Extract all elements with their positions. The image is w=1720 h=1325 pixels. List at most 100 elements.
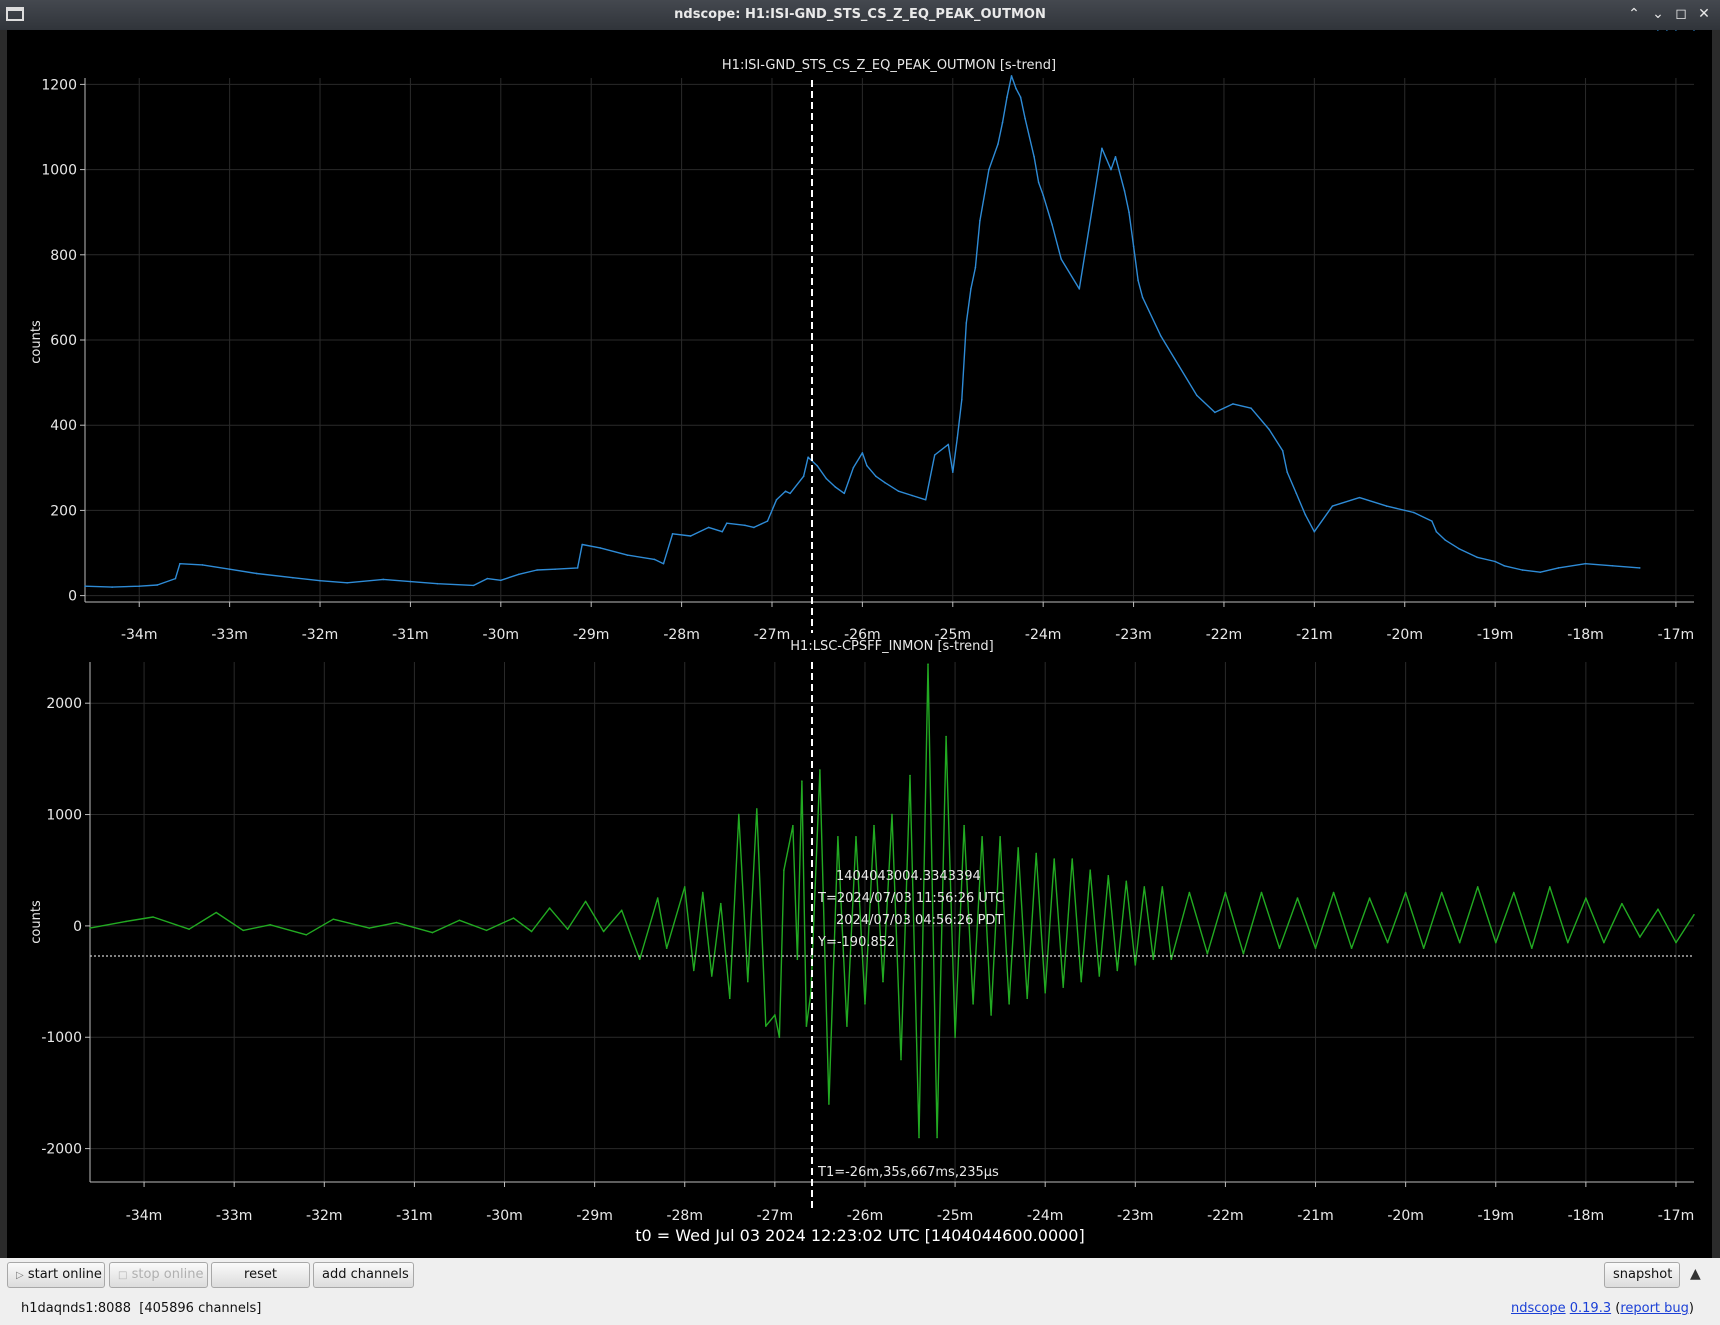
expand-up-icon[interactable]: ▲ [1690,1266,1701,1282]
data-point [970,288,972,290]
data-point [1458,547,1460,550]
data-point [518,573,520,576]
x-tick-label: -34m [126,1208,163,1224]
data-point [626,554,629,556]
data-point [936,1136,938,1139]
data-point [927,663,929,666]
data-point [292,576,294,579]
data-point [701,891,704,894]
version-link[interactable]: 0.19.3 [1570,1301,1611,1316]
plot-2[interactable]: H1:LSC-CPSFF_INMON [s-trend] counts -200… [29,639,1695,1224]
data-point [911,494,913,497]
data-point [1512,891,1515,894]
data-point [215,911,217,914]
data-point [656,897,659,899]
data-point [1331,505,1334,507]
x-tick-label: -23m [1115,627,1152,643]
data-point [1675,29,1677,31]
window-titlebar[interactable]: ndscope: H1:ISI-GND_STS_CS_Z_EQ_PEAK_OUT… [0,0,1720,30]
data-point [1585,897,1587,899]
keep-above-icon[interactable]: ⌃ [1625,5,1643,23]
data-point [719,902,722,905]
data-point [201,564,204,566]
report-bug-link[interactable]: report bug [1620,1301,1689,1316]
stop-online-button[interactable]: □ stop online [109,1262,208,1288]
ndscope-link[interactable]: ndscope [1511,1301,1566,1316]
data-point [972,1003,974,1005]
data-point [1026,997,1028,1000]
minimize-icon[interactable]: ⌄ [1649,5,1667,23]
data-point [1675,941,1677,944]
data-point [997,143,999,145]
close-icon[interactable]: ✕ [1695,5,1713,23]
y-tick-label: 2000 [46,696,82,712]
add-channels-button[interactable]: add channels [313,1262,414,1288]
data-point [174,577,177,580]
plot-1[interactable]: H1:ISI-GND_STS_CS_Z_EQ_PEAK_OUTMON [s-tr… [29,29,1695,643]
data-point [1494,941,1497,944]
data-point [111,586,113,588]
data-point [802,475,805,478]
data-point [738,813,740,816]
data-point [988,168,990,171]
data-point [784,490,787,493]
data-point [1268,428,1270,431]
y-tick-label: 600 [50,333,77,349]
data-point [1458,941,1461,944]
data-point [1444,539,1447,542]
data-point [909,774,911,777]
x-tick-label: -29m [573,627,610,643]
data-point [891,813,893,816]
data-point [1080,980,1083,983]
data-point [965,322,968,324]
data-point [807,456,809,458]
data-point [1657,908,1659,910]
data-point [725,522,728,524]
data-point [1639,936,1641,938]
data-point [138,585,141,588]
data-point [1503,564,1505,567]
data-point [792,824,794,827]
data-point [584,900,587,903]
data-point [1386,941,1389,944]
snapshot-button[interactable]: snapshot [1604,1262,1680,1288]
data-point [900,1058,902,1061]
data-point [1177,364,1180,367]
data-point [1521,569,1524,571]
data-point [530,930,533,933]
maximize-icon[interactable]: ◻ [1672,5,1690,23]
data-point [1385,505,1388,507]
start-online-label: start online [27,1267,102,1282]
data-point [1143,886,1146,888]
data-point [1350,947,1353,949]
data-point [548,907,551,909]
data-point [951,471,954,473]
data-point [472,584,475,587]
data-point [774,1014,776,1016]
cursor-utc-label: T=2024/07/03 11:56:26 UTC [817,891,1004,906]
data-point [1137,279,1139,282]
plots-svg[interactable]: H1:ISI-GND_STS_CS_Z_EQ_PEAK_OUTMON [s-tr… [7,29,1712,1258]
data-point [981,836,983,838]
data-point [554,568,556,570]
data-point [1114,156,1117,158]
x-tick-label: -17m [1658,627,1695,643]
data-point [1549,886,1551,888]
data-point [873,824,875,827]
plot-area[interactable]: H1:ISI-GND_STS_CS_Z_EQ_PEAK_OUTMON [s-tr… [7,29,1712,1258]
plot-2-yticks: -2000 -1000 0 1000 2000 [41,696,90,1158]
data-point [1295,492,1298,495]
data-point [783,869,785,872]
data-point [924,498,927,501]
plot-1-yticks: 0 200 400 600 800 1000 1200 [41,77,85,605]
x-tick-label: -18m [1568,1208,1605,1224]
data-point [1584,562,1587,565]
plot-2-title: H1:LSC-CPSFF_INMON [s-trend] [790,639,993,654]
data-point [662,562,665,565]
start-online-button[interactable]: ▷ start online [7,1262,105,1288]
data-point [485,929,488,932]
reset-button[interactable]: reset [211,1262,310,1288]
data-point [1107,874,1110,877]
x-tick-label: -32m [306,1208,343,1224]
data-point [945,735,947,738]
